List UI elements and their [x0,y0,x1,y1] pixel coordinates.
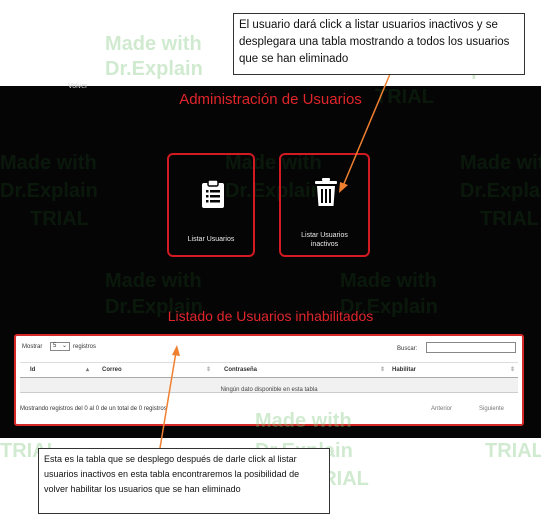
callout-bottom: Esta es la tabla que se desplego después… [38,448,330,514]
clipboard-list-icon [202,179,224,208]
page-size-select[interactable]: 5 ⌄ [50,342,70,351]
sort-asc-icon: ▴ [86,367,90,373]
list-users-label: Listar Usuarios [187,236,235,243]
show-label: Mostrar [22,344,43,350]
trash-icon [315,178,337,206]
watermark: Made with [105,33,202,55]
column-header-correo[interactable]: Correo [102,367,122,373]
page-title: Administración de Usuarios [179,91,362,108]
search-label: Buscar: [397,346,418,352]
callout-top: El usuario dará click a listar usuarios … [233,13,525,75]
table-title: Listado de Usuarios inhabilitados [167,308,374,324]
back-link[interactable]: Volver [68,83,87,90]
table-row: Ningún dato disponible en esta tabla [20,378,518,393]
table-header-row: Id ▴ Correo ⇕ Contraseña ⇕ Habilitar ⇕ [20,362,518,378]
chevron-down-icon: ⌄ [61,343,67,349]
next-page-button[interactable]: Siguiente [479,406,504,412]
column-header-habilitar[interactable]: Habilitar [392,367,416,373]
sort-icon: ⇕ [510,367,516,373]
empty-table-message: Ningún dato disponible en esta tabla [220,387,318,393]
column-header-contrasena[interactable]: Contraseña [224,367,257,373]
sort-icon: ⇕ [206,367,212,373]
previous-page-button[interactable]: Anterior [431,406,452,412]
list-inactive-users-label: Listar Usuarios inactivos [301,232,348,248]
records-label: registros [73,344,97,350]
list-inactive-users-card[interactable]: Listar Usuarios inactivos [279,153,370,257]
column-header-id[interactable]: Id [30,367,35,373]
table-info: Mostrando registros del 0 al 0 de un tot… [20,406,167,412]
watermark: TRIAL [485,440,541,462]
watermark: Dr.Explain [105,58,203,80]
sort-icon: ⇕ [380,367,386,373]
list-users-card[interactable]: Listar Usuarios [167,153,255,257]
users-table-panel: Mostrar 5 ⌄ registros Buscar: Id ▴ Corre… [14,334,524,426]
search-input[interactable] [426,342,516,353]
